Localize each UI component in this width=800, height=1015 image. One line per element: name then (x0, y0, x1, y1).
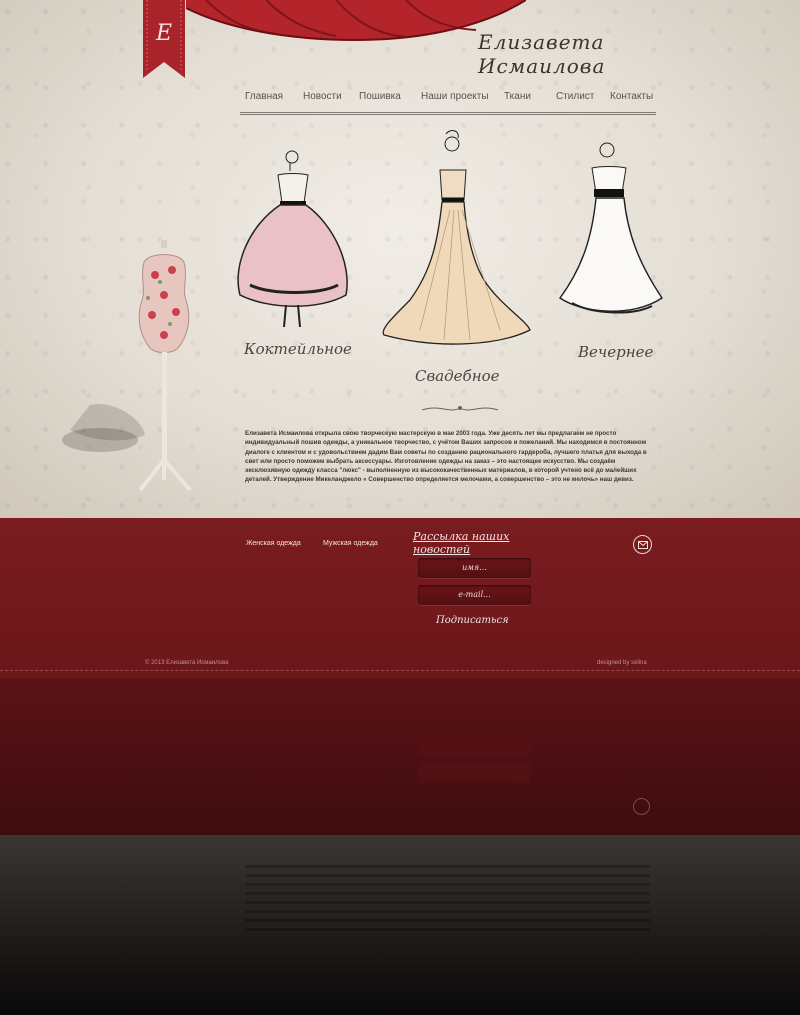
reflection-text-block (245, 865, 650, 935)
footer-link-men[interactable]: Мужская одежда (323, 540, 378, 547)
intro-paragraph: Елизавета Исмаилова открыла свою творчес… (245, 430, 647, 484)
mannequin-illustration (62, 240, 192, 492)
collection-label-evening[interactable]: Вечернее (578, 343, 653, 361)
nav-item-fabrics[interactable]: Ткани (504, 91, 531, 102)
footer-stitch-line (0, 670, 800, 671)
newsletter-title: Рассылка наших новостей (413, 530, 510, 556)
footer (0, 518, 800, 678)
newsletter-name-input[interactable]: имя... (418, 558, 531, 578)
newsletter-email-input[interactable]: e-mail... (418, 585, 531, 605)
nav-item-stylist[interactable]: Стилист (556, 91, 594, 102)
main-navigation: Главная Новости Пошивка Наши проекты Тка… (240, 88, 656, 115)
footer-reflection-content (0, 678, 800, 835)
reflection-pill (418, 763, 531, 783)
red-curtain-decoration (186, 0, 526, 42)
nav-item-projects[interactable]: Наши проекты (421, 91, 489, 102)
wedding-dress-sketch[interactable] (380, 130, 535, 355)
nav-item-home[interactable]: Главная (245, 91, 283, 102)
ornament-divider (421, 406, 499, 411)
hero-reflection (0, 835, 800, 1015)
cocktail-dress-sketch[interactable] (230, 145, 355, 330)
envelope-icon (637, 540, 648, 549)
collection-label-cocktail[interactable]: Коктейльное (244, 340, 352, 358)
nav-item-tailoring[interactable]: Пошивка (359, 91, 401, 102)
designed-by-text: designed by selina (597, 660, 647, 666)
site-title: Елизавета Исмаилова (478, 30, 606, 78)
reflection-pill (418, 737, 531, 757)
mail-icon[interactable] (633, 535, 652, 554)
page: E Елизавета Исмаилова Главная Новости По… (0, 0, 800, 1015)
nav-item-contacts[interactable]: Контакты (610, 91, 653, 102)
copyright-text: © 2013 Елизавета Исмаилова (145, 660, 229, 666)
collection-label-wedding[interactable]: Свадебное (415, 367, 499, 385)
subscribe-button[interactable]: Подписаться (436, 615, 509, 626)
reflection-mail-icon (633, 798, 650, 815)
nav-item-news[interactable]: Новости (303, 91, 342, 102)
svg-text:E: E (155, 21, 172, 46)
footer-reflection (0, 678, 800, 835)
footer-link-women[interactable]: Женская одежда (246, 540, 301, 547)
evening-dress-sketch[interactable] (552, 138, 667, 330)
logo-ribbon-bookmark[interactable]: E (143, 0, 185, 78)
